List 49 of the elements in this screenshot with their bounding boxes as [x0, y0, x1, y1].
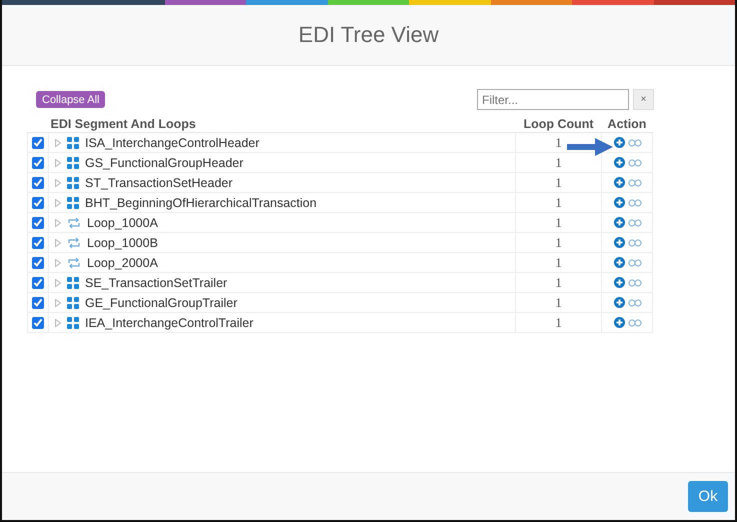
- tree-node-label[interactable]: Loop_2000A: [87, 256, 158, 270]
- add-icon[interactable]: [614, 297, 625, 308]
- grid-icon: [67, 276, 79, 288]
- tree-node-label[interactable]: Loop_1000B: [87, 236, 158, 250]
- loop-count-cell: 1: [516, 272, 602, 292]
- repeat-icon: [67, 216, 81, 228]
- loop-count-cell: 1: [516, 252, 602, 272]
- column-header: Loop Count: [516, 116, 602, 132]
- add-icon[interactable]: [614, 257, 625, 268]
- grid-icon: [67, 316, 79, 328]
- loop-count-cell: 1: [516, 312, 602, 332]
- column-header: Action: [602, 116, 652, 132]
- loop-count-cell: 1: [516, 192, 602, 212]
- grid-icon: [67, 196, 79, 208]
- add-icon[interactable]: [614, 197, 625, 208]
- grid-icon: [67, 156, 79, 168]
- grid-icon: [67, 296, 79, 308]
- arrow-annotation: [567, 138, 613, 156]
- row-checkbox[interactable]: [32, 217, 44, 230]
- loop-count-cell: 1: [516, 172, 602, 192]
- collapse-all-button[interactable]: Collapse All: [36, 91, 106, 108]
- tree-node-label[interactable]: Loop_1000A: [87, 216, 158, 230]
- add-icon[interactable]: [614, 237, 625, 248]
- row-checkbox[interactable]: [32, 297, 44, 310]
- row-checkbox[interactable]: [32, 237, 44, 250]
- loop-count-cell: 1: [516, 292, 602, 312]
- row-checkbox[interactable]: [32, 277, 44, 290]
- column-header: EDI Segment And Loops: [48, 116, 516, 132]
- repeat-icon: [67, 236, 81, 248]
- add-icon[interactable]: [614, 137, 625, 148]
- add-icon[interactable]: [614, 177, 625, 188]
- repeat-icon: [67, 256, 81, 268]
- add-icon[interactable]: [614, 157, 625, 168]
- dialog-title: EDI Tree View: [298, 22, 439, 48]
- grid-icon: [67, 136, 79, 148]
- filter-field[interactable]: Filter...: [477, 89, 629, 110]
- add-icon[interactable]: [614, 217, 625, 228]
- row-checkbox[interactable]: [32, 157, 44, 170]
- row-checkbox[interactable]: [32, 317, 44, 330]
- grid-icon: [67, 176, 79, 188]
- row-checkbox[interactable]: [32, 137, 44, 150]
- clear-filter-button[interactable]: ×: [633, 89, 654, 110]
- row-checkbox[interactable]: [32, 197, 44, 210]
- row-checkbox[interactable]: [32, 177, 44, 190]
- loop-count-cell: 1: [516, 232, 602, 252]
- loop-count-cell: 1: [516, 212, 602, 232]
- add-icon[interactable]: [614, 317, 625, 328]
- add-icon[interactable]: [614, 277, 625, 288]
- row-checkbox[interactable]: [32, 257, 44, 270]
